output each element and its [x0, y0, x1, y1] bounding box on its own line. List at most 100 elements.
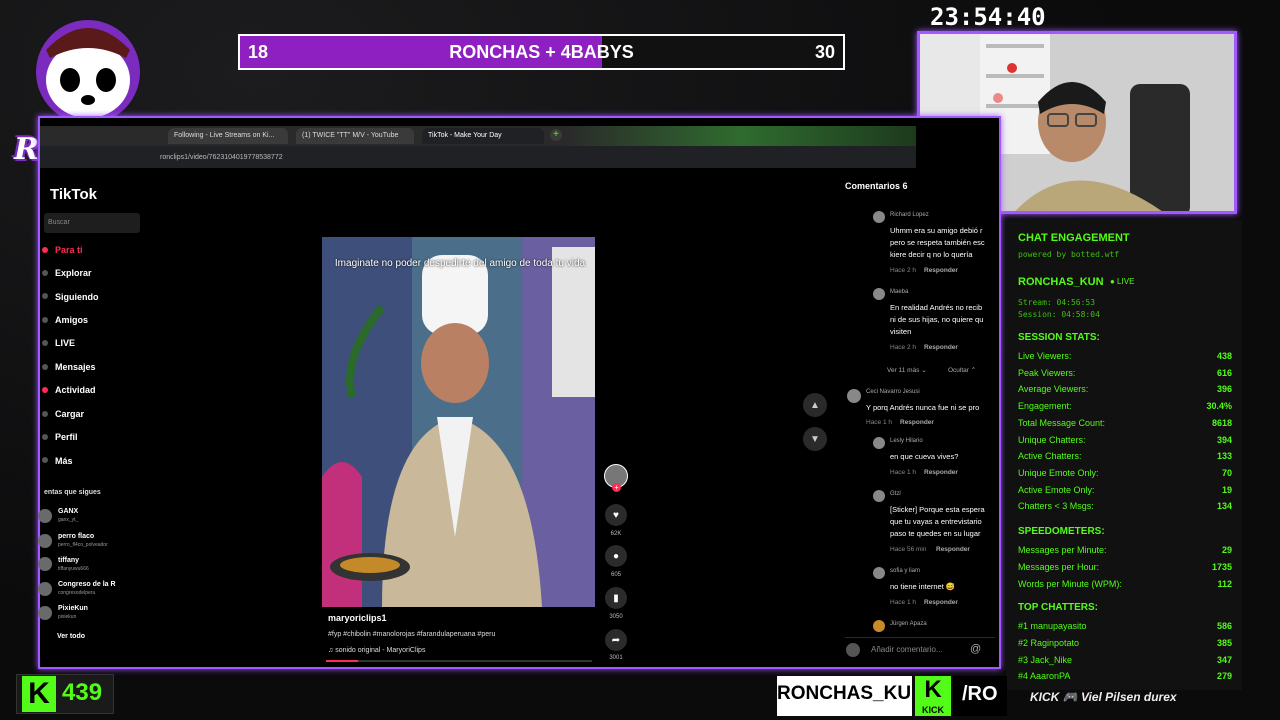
reply-button[interactable]: Responder [924, 344, 958, 351]
stat-value: 616 [1216, 367, 1232, 378]
next-video-button[interactable]: ▼ [803, 427, 827, 451]
stat-label: Average Viewers: [1018, 384, 1089, 395]
nav-upload[interactable]: Cargar [55, 409, 84, 419]
avatar[interactable] [38, 534, 52, 548]
account-name[interactable]: PixieKun [58, 605, 88, 612]
stat-value: 70 [1221, 467, 1232, 478]
mention-icon[interactable]: @ [970, 643, 981, 655]
url-text: ronclips1/video/7623104019778538772 [160, 154, 283, 161]
nav-friends[interactable]: Amigos [55, 315, 88, 325]
messages-icon [42, 364, 48, 370]
avatar[interactable] [847, 389, 861, 403]
comment-text: paso te quedes en su lugar [890, 529, 981, 538]
comment-user[interactable]: Ceci Navarro Jesusi [866, 389, 920, 395]
video-progress-track[interactable] [326, 660, 592, 662]
kick-badge-label: KICK [922, 705, 944, 715]
heart-icon: ♥ [613, 509, 619, 521]
comments-title: Comentarios 6 [845, 181, 908, 191]
stat-value: 8618 [1211, 417, 1232, 428]
avatar[interactable] [38, 582, 52, 596]
avatar[interactable] [873, 490, 885, 502]
like-button[interactable]: ♥ [605, 504, 627, 526]
nav-profile[interactable]: Perfil [55, 432, 78, 442]
channel-slash-text: /RO [962, 683, 998, 705]
share-button[interactable]: ➦ [605, 629, 627, 651]
account-name[interactable]: perro flaco [58, 533, 94, 540]
comment-time: Hace 56 min [890, 546, 927, 553]
search-input[interactable]: Buscar [44, 213, 140, 233]
comment-user[interactable]: Maeba [890, 289, 908, 295]
tiktok-logo[interactable]: TikTok [50, 186, 97, 203]
previous-video-button[interactable]: ▲ [803, 393, 827, 417]
new-tab-button[interactable]: + [550, 129, 562, 141]
stat-label: Active Chatters: [1018, 451, 1082, 462]
stat-label: Live Viewers: [1018, 351, 1072, 361]
avatar[interactable] [38, 557, 52, 571]
account-name[interactable]: GANX [58, 508, 78, 515]
comment-time: Hace 2 h [890, 267, 917, 274]
comment-text: no tiene internet 😅 [890, 582, 956, 591]
save-button[interactable]: ▮ [605, 587, 627, 609]
live-badge: ● LIVE [1110, 277, 1135, 286]
nav-more[interactable]: Más [55, 456, 73, 466]
stat-value: 1735 [1211, 561, 1232, 572]
comment-user[interactable]: Gtzl [890, 491, 901, 497]
stat-label: #4 AaaronPA [1018, 671, 1071, 682]
avatar[interactable] [873, 567, 885, 579]
hide-replies[interactable]: Ocultar ⌃ [948, 366, 976, 374]
comment-input[interactable]: Añadir comentario... [871, 645, 943, 654]
account-name[interactable]: tiffany [58, 557, 79, 564]
reply-button[interactable]: Responder [924, 267, 958, 274]
reply-button[interactable]: Responder [900, 419, 934, 426]
session-uptime: Session: 04:58:04 [1018, 310, 1100, 319]
nav-activity[interactable]: Actividad [55, 385, 96, 395]
tab-youtube[interactable]: (1) TWICE "TT" M/V - YouTube [296, 128, 414, 144]
avatar[interactable] [38, 509, 52, 523]
nav-live[interactable]: LIVE [55, 338, 75, 348]
avatar[interactable] [873, 211, 885, 223]
avatar[interactable] [38, 606, 52, 620]
comment-time: Hace 1 h [866, 419, 893, 426]
stat-label: Chatters < 3 Msgs: [1018, 501, 1094, 512]
account-handle: perro_fl4co_polveador [58, 542, 108, 548]
comment-user[interactable]: Richard Lopez [890, 212, 929, 218]
nav-for-you[interactable]: Para ti [55, 245, 83, 255]
see-all-link[interactable]: Ver todo [57, 633, 85, 640]
goal-target: 30 [814, 42, 835, 62]
reply-button[interactable]: Responder [924, 469, 958, 476]
follow-plus-icon[interactable]: + [612, 483, 621, 492]
video-author[interactable]: maryoriclips1 [328, 613, 387, 623]
nav-messages[interactable]: Mensajes [55, 362, 96, 372]
avatar[interactable] [873, 437, 885, 449]
comment-text: Y porq Andrés nunca fue ni se pro [866, 403, 980, 412]
view-more-replies[interactable]: Ver 11 más ⌄ [887, 366, 927, 374]
stat-value: 279 [1216, 671, 1232, 682]
reply-button[interactable]: Responder [936, 546, 970, 553]
video-hashtags[interactable]: #fyp #chibolin #manolorojas #farandulape… [328, 631, 495, 638]
share-count: 3001 [609, 655, 623, 661]
video-sound[interactable]: ♫ sonido original - MaryoriClips [328, 647, 425, 654]
comment-count: 605 [610, 572, 621, 578]
top-chatters-title: TOP CHATTERS: [1018, 602, 1099, 613]
tab-kick-following[interactable]: Following - Live Streams on Ki... [168, 128, 288, 144]
reply-button[interactable]: Responder [924, 599, 958, 606]
avatar [846, 643, 860, 657]
stat-value: 347 [1216, 654, 1232, 665]
comment-user[interactable]: Lesly Hilario [890, 438, 923, 444]
comment-text: visiten [890, 327, 912, 336]
avatar[interactable] [873, 620, 885, 632]
comment-icon: ● [612, 550, 620, 562]
comment-user[interactable]: sofia y liam [890, 568, 920, 574]
video-progress-fill [326, 660, 358, 662]
powered-by: powered by botted.wtf [1018, 250, 1120, 259]
comment-text: en que cueva vives? [890, 452, 959, 461]
stat-label: Messages per Hour: [1018, 561, 1100, 572]
nav-explore[interactable]: Explorar [55, 268, 92, 278]
avatar[interactable] [873, 288, 885, 300]
account-name[interactable]: Congreso de la R [58, 581, 116, 588]
comment-button[interactable]: ● [605, 545, 627, 567]
tab-tiktok[interactable]: TikTok - Make Your Day [422, 128, 544, 144]
video-player[interactable] [322, 237, 595, 607]
nav-following[interactable]: Siguiendo [55, 292, 99, 302]
comment-user[interactable]: Jürgen Apaza [890, 621, 927, 627]
